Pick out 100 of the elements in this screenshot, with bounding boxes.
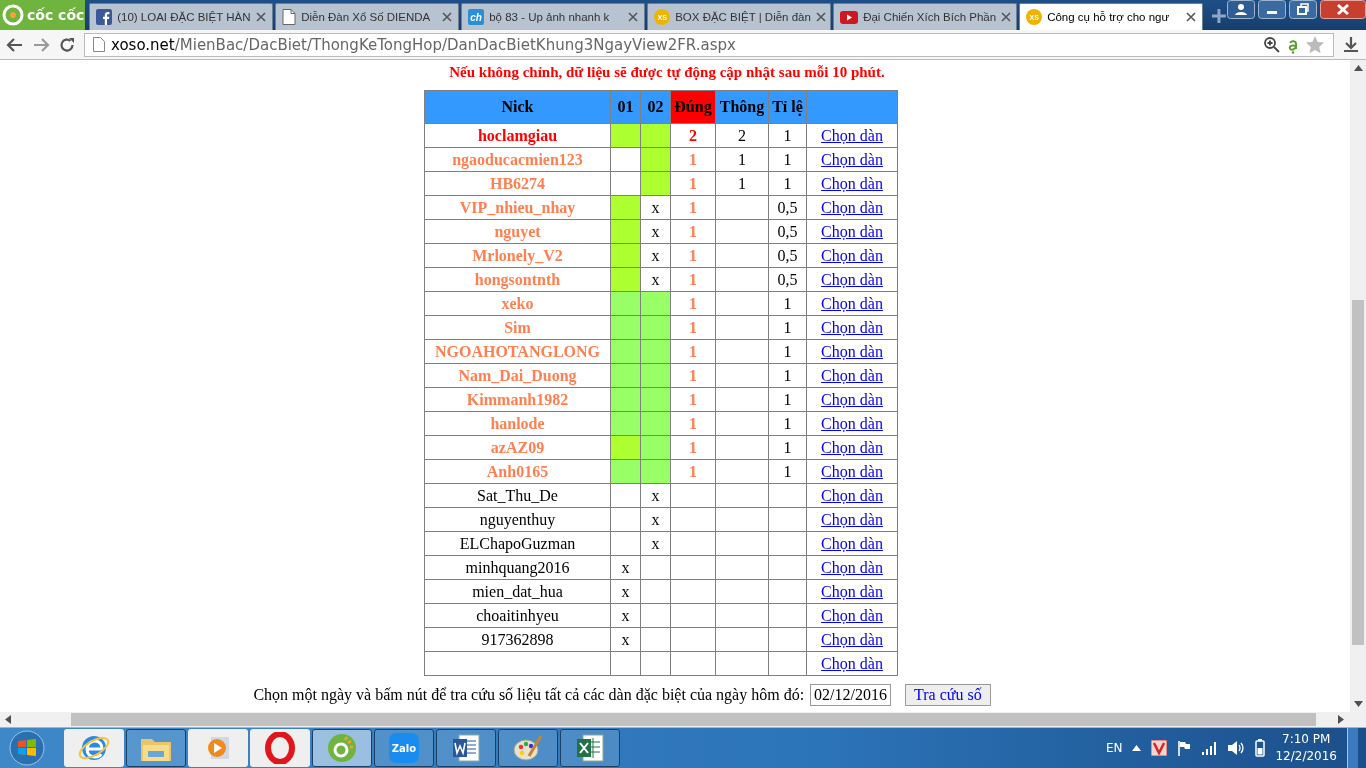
- minimize-icon[interactable]: [1258, 0, 1286, 20]
- scroll-up-icon[interactable]: [1353, 65, 1363, 71]
- notice-text: Nếu không chỉnh, dữ liệu sẽ được tự động cập nhật sau mỗi 10 phút.: [449, 64, 885, 82]
- v-logo-icon[interactable]: [1151, 740, 1168, 756]
- scroll-down-icon[interactable]: [1353, 701, 1363, 707]
- table-cell: 1: [768, 315, 807, 340]
- coccoc-icon: [326, 732, 358, 764]
- table-cell: mien_dat_hua: [424, 579, 611, 604]
- table-cell: hoclamgiau: [424, 123, 611, 148]
- table-cell: 1: [670, 387, 716, 412]
- close-icon[interactable]: [1320, 0, 1366, 20]
- close-icon[interactable]: [815, 12, 826, 22]
- signal-icon[interactable]: [1201, 741, 1218, 755]
- spreadsheet-icon: [574, 732, 606, 764]
- table-cell: xeko: [424, 291, 611, 316]
- table-cell: 1: [670, 339, 716, 364]
- table-cell: x: [610, 603, 641, 628]
- table-cell: ngaoducacmien123: [424, 147, 611, 172]
- scrollbar-thumb[interactable]: [71, 713, 1316, 726]
- volume-icon[interactable]: [1227, 740, 1246, 756]
- address-bar[interactable]: xoso.net/MienBac/DacBiet/ThongKeTongHop/DanDacBietKhung3NgayView2FR.aspx: [84, 32, 1334, 57]
- table-cell: 917362898: [424, 627, 611, 652]
- table-cell: Mrlonely_V2: [424, 243, 611, 268]
- table-cell: HB6274: [424, 171, 611, 196]
- table-cell: Nam_Dai_Duong: [424, 363, 611, 388]
- column-header: Đúng: [670, 90, 716, 124]
- zoom-icon[interactable]: [1263, 35, 1281, 54]
- flag-icon[interactable]: [1177, 740, 1192, 756]
- clock[interactable]: 7:10 PM 12/2/2016: [1275, 731, 1337, 765]
- close-icon[interactable]: [256, 12, 267, 22]
- reload-icon[interactable]: [58, 35, 76, 54]
- table-cell: 1: [670, 435, 716, 460]
- opera-icon: [265, 732, 295, 764]
- table-cell: 0,5: [768, 219, 807, 244]
- start-button[interactable]: [8, 729, 46, 767]
- star-icon[interactable]: [1305, 34, 1325, 55]
- url-text: xoso.net/MienBac/DacBiet/ThongKeTongHop/DanDacBietKhung3NgayView2FR.aspx: [111, 35, 737, 54]
- table-cell: 1: [670, 363, 716, 388]
- column-header: Nick: [424, 90, 611, 124]
- table-cell: 1: [768, 171, 807, 196]
- table-cell: azAZ09: [424, 435, 611, 460]
- table-cell: 1: [670, 411, 716, 436]
- table-cell: 1: [768, 291, 807, 316]
- taskbar-button[interactable]: [498, 729, 558, 767]
- page-icon: [282, 9, 297, 25]
- taskbar-button[interactable]: [312, 729, 372, 767]
- zalo-icon: Zalo: [389, 733, 419, 763]
- scroll-right-icon[interactable]: [1338, 715, 1344, 724]
- scrollbar-thumb[interactable]: [1352, 300, 1364, 645]
- table-cell: 0,5: [768, 195, 807, 220]
- taskbar-button[interactable]: [560, 729, 620, 767]
- profile-icon[interactable]: [1227, 0, 1255, 20]
- table-cell: x: [640, 243, 671, 268]
- site-logo-icon: ch: [468, 9, 485, 25]
- scroll-left-icon[interactable]: [5, 715, 11, 724]
- table-cell: 2: [715, 123, 769, 148]
- taskbar-button[interactable]: [436, 729, 496, 767]
- table-cell: 1: [768, 147, 807, 172]
- table-cell: 2: [670, 123, 716, 148]
- table-cell: 1: [715, 171, 769, 196]
- new-tab-icon[interactable]: [1211, 8, 1227, 24]
- table-cell: 1: [670, 171, 716, 196]
- table-cell: 1: [768, 459, 807, 484]
- browser-tab[interactable]: ch bộ 83 - Up ảnh nhanh k: [461, 3, 646, 30]
- table-cell: VIP_nhieu_nhay: [424, 195, 611, 220]
- table-cell: 1: [670, 315, 716, 340]
- browser-tab[interactable]: Đại Chiến Xích Bích Phần: [833, 3, 1018, 30]
- show-hidden-icons-icon[interactable]: [1132, 745, 1142, 751]
- table-cell: 1: [670, 459, 716, 484]
- browser-tab[interactable]: Diễn Đàn Xổ Số DIENDA: [275, 3, 460, 30]
- table-cell: Kimmanh1982: [424, 387, 611, 412]
- language-indicator[interactable]: EN: [1105, 741, 1123, 755]
- table-cell: 1: [670, 291, 716, 316]
- table-cell: 1: [768, 363, 807, 388]
- page-icon: [93, 37, 105, 52]
- table-cell: x: [640, 483, 671, 508]
- table-cell: x: [640, 267, 671, 292]
- table-cell: x: [610, 579, 641, 604]
- browser-tab[interactable]: (10) LOAI ĐẶC BIỆT HÀN: [89, 3, 274, 30]
- forward-icon[interactable]: [32, 35, 50, 54]
- restore-icon[interactable]: [1289, 0, 1317, 20]
- taskbar-button[interactable]: [126, 729, 186, 767]
- column-header: Thông: [715, 90, 769, 124]
- back-icon[interactable]: [6, 35, 24, 54]
- table-cell: nguyet: [424, 219, 611, 244]
- close-icon[interactable]: [442, 12, 453, 22]
- download-icon[interactable]: [1342, 35, 1360, 54]
- table-cell: NGOAHOTANGLONG: [424, 339, 611, 364]
- date-field[interactable]: 02/12/2016: [810, 684, 891, 706]
- table-cell: choaitinhyeu: [424, 603, 611, 628]
- table-cell: 1: [768, 123, 807, 148]
- close-icon[interactable]: [1186, 12, 1197, 22]
- table-cell: 1: [670, 195, 716, 220]
- table-cell: Anh0165: [424, 459, 611, 484]
- table-cell: 0,5: [768, 267, 807, 292]
- close-icon[interactable]: [628, 12, 639, 22]
- close-icon[interactable]: [1001, 12, 1012, 22]
- battery-icon[interactable]: [1255, 739, 1266, 757]
- lookup-button[interactable]: Tra cứu số: [905, 684, 991, 706]
- table-cell: ELChapoGuzman: [424, 531, 611, 556]
